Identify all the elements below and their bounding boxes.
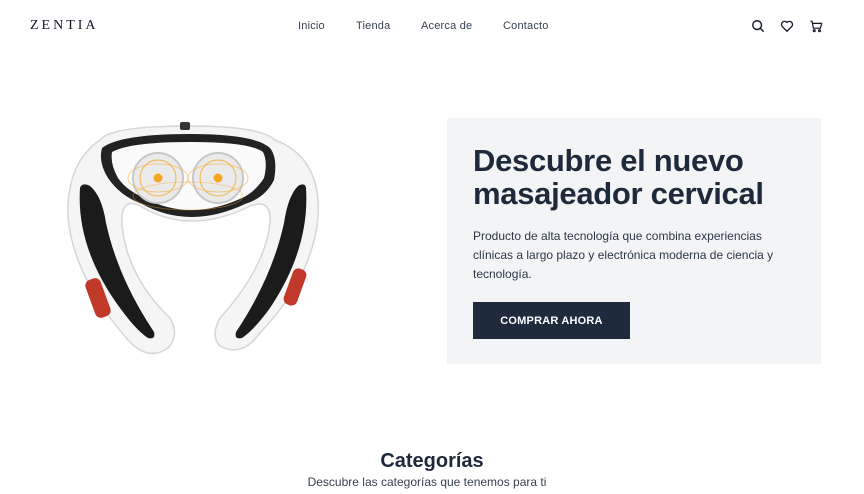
buy-now-button[interactable]: COMPRAR AHORA [473,302,630,339]
site-header: ZENTIA Inicio Tienda Acerca de Contacto [0,0,864,52]
header-actions [750,18,824,34]
nav-link-inicio[interactable]: Inicio [298,20,325,32]
nav-link-tienda[interactable]: Tienda [356,20,390,32]
nav-link-acerca-de[interactable]: Acerca de [421,20,472,32]
categories-title: Categorías [380,450,484,472]
hero-card: Descubre el nuevo masajeador cervical Pr… [447,118,821,364]
site-logo[interactable]: ZENTIA [30,18,99,34]
product-image-neck-massager [60,118,330,363]
hero-title: Descubre el nuevo masajeador cervical [473,143,764,211]
nav-link-contacto[interactable]: Contacto [503,20,549,32]
hero-description: Producto de alta tecnología que combina … [473,229,774,281]
search-icon[interactable] [750,18,766,34]
cart-icon[interactable] [808,18,824,34]
categories-subtitle: Descubre las categorías que tenemos para… [307,475,547,489]
heart-icon[interactable] [779,18,795,34]
